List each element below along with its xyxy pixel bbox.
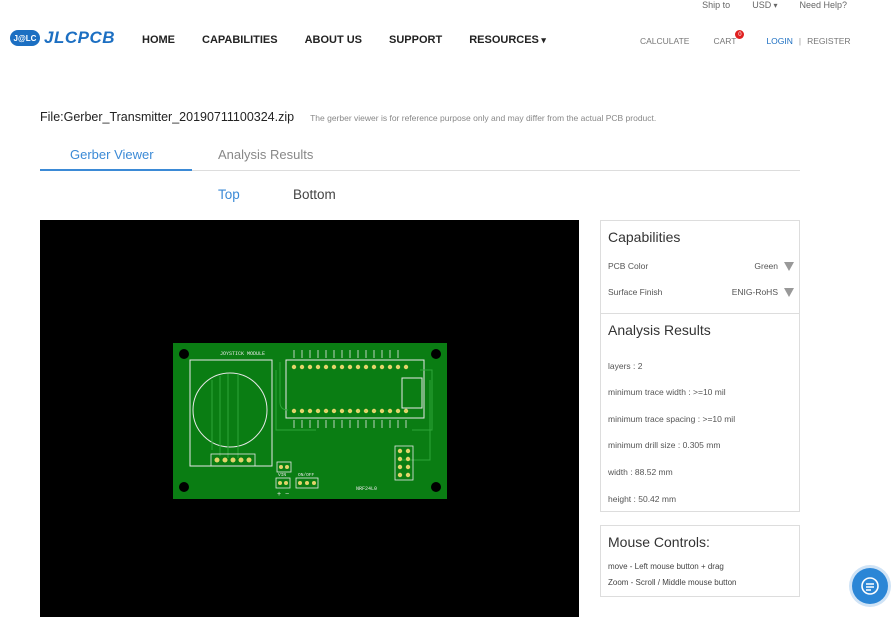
cart-link[interactable]: CART 0	[713, 30, 745, 46]
analysis-width: width : 88.52 mm	[608, 467, 673, 477]
register-link[interactable]: REGISTER	[807, 36, 850, 46]
top-utility-bar: Ship to USD Need Help?	[702, 0, 847, 12]
logo[interactable]: J@LC JLCPCB	[10, 28, 115, 48]
tab-analysis-results[interactable]: Analysis Results	[218, 147, 313, 162]
mouse-controls-title: Mouse Controls:	[608, 534, 710, 550]
nav-support[interactable]: SUPPORT	[389, 34, 442, 46]
analysis-results-panel: Analysis Results layers : 2 minimum trac…	[600, 314, 800, 512]
chat-icon	[861, 577, 879, 595]
mounting-hole-icon	[431, 482, 441, 492]
pcb-label-nrf: NRF24L0	[356, 486, 377, 492]
dropdown-arrow-icon	[784, 287, 794, 297]
pcb-label-vin: VIN	[278, 472, 286, 478]
pcb-color-select[interactable]: Green	[754, 261, 794, 271]
tab-gerber-viewer[interactable]: Gerber Viewer	[70, 147, 154, 162]
pcb-label-onoff: ON/OFF	[298, 472, 315, 478]
surface-finish-label: Surface Finish	[608, 287, 663, 297]
pcb-label-plus: +	[277, 491, 281, 498]
mouse-zoom-hint: Zoom - Scroll / Middle mouse button	[608, 578, 737, 587]
mouse-controls-panel: Mouse Controls: move - Left mouse button…	[600, 525, 800, 597]
capabilities-panel: Capabilities PCB Color Green Surface Fin…	[600, 220, 800, 314]
viewer-disclaimer: The gerber viewer is for reference purpo…	[310, 113, 657, 123]
analysis-min-drill: minimum drill size : 0.305 mm	[608, 440, 721, 450]
surface-finish-row: Surface Finish ENIG-RoHS	[608, 287, 794, 297]
layer-top-button[interactable]: Top	[218, 187, 240, 202]
layer-bottom-button[interactable]: Bottom	[293, 187, 336, 202]
viewer-tabs: Gerber Viewer Analysis Results	[40, 145, 800, 171]
chat-button[interactable]	[852, 568, 888, 604]
pcb-label-minus: −	[285, 491, 289, 498]
analysis-height: height : 50.42 mm	[608, 494, 677, 504]
account-nav: CALCULATE CART 0 LOGIN | REGISTER	[640, 30, 851, 46]
surface-finish-value: ENIG-RoHS	[731, 287, 778, 297]
pcb-color-value: Green	[754, 261, 778, 271]
nav-separator: |	[798, 36, 802, 46]
gerber-viewer-canvas[interactable]: JOYSTICK MODULE NRF24L0 VIN ON/OFF + −	[40, 220, 579, 617]
main-nav: HOME CAPABILITIES ABOUT US SUPPORT RESOU…	[142, 34, 546, 46]
pcb-label-joystick: JOYSTICK MODULE	[220, 351, 265, 357]
file-info: File:Gerber_Transmitter_20190711100324.z…	[40, 110, 656, 124]
ship-to-link[interactable]: Ship to	[702, 0, 730, 12]
mounting-hole-icon	[179, 482, 189, 492]
file-name: File:Gerber_Transmitter_20190711100324.z…	[40, 110, 295, 124]
mounting-hole-icon	[179, 349, 189, 359]
mouse-move-hint: move - Left mouse button + drag	[608, 562, 724, 571]
capabilities-title: Capabilities	[608, 229, 681, 245]
analysis-min-trace-spacing: minimum trace spacing : >=10 mil	[608, 414, 736, 424]
analysis-layers: layers : 2	[608, 361, 643, 371]
calculate-link[interactable]: CALCULATE	[640, 36, 689, 46]
cart-label: CART	[713, 36, 737, 46]
analysis-min-trace-width: minimum trace width : >=10 mil	[608, 387, 726, 397]
nav-resources[interactable]: RESOURCES	[469, 34, 546, 46]
currency-select[interactable]: USD	[752, 0, 777, 12]
main-header: J@LC JLCPCB HOME CAPABILITIES ABOUT US S…	[0, 22, 895, 62]
cart-count-badge: 0	[735, 30, 745, 39]
pcb-color-row: PCB Color Green	[608, 261, 794, 271]
logo-text: JLCPCB	[44, 28, 116, 47]
mounting-hole-icon	[431, 349, 441, 359]
mcu-pads-top	[291, 364, 409, 370]
dropdown-arrow-icon	[784, 261, 794, 271]
nav-home[interactable]: HOME	[142, 34, 175, 46]
pcb-render: JOYSTICK MODULE NRF24L0 VIN ON/OFF + −	[173, 343, 447, 499]
surface-finish-select[interactable]: ENIG-RoHS	[732, 287, 794, 297]
help-link[interactable]: Need Help?	[799, 0, 847, 12]
login-link[interactable]: LOGIN	[766, 36, 792, 46]
nav-about-us[interactable]: ABOUT US	[305, 34, 362, 46]
logo-badge: J@LC	[10, 30, 40, 46]
pcb-color-label: PCB Color	[608, 261, 649, 271]
nav-capabilities[interactable]: CAPABILITIES	[202, 34, 278, 46]
mcu-pads-bottom	[291, 408, 409, 414]
analysis-title: Analysis Results	[608, 322, 711, 338]
active-tab-indicator	[40, 169, 192, 171]
